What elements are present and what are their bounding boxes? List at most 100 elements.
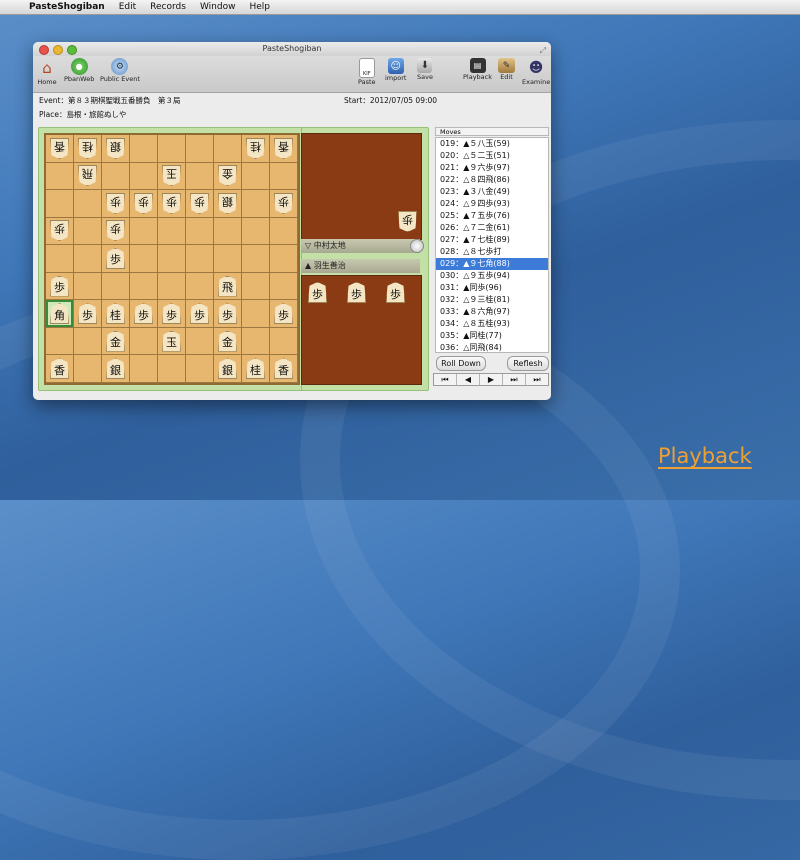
gote-piece[interactable]: 銀 xyxy=(218,193,237,214)
last-move-button[interactable]: ⏭ xyxy=(526,374,548,385)
move-item[interactable]: 020：△５二玉(51) xyxy=(436,150,548,162)
fast-forward-button[interactable]: ⏭ xyxy=(503,374,526,385)
sente-piece[interactable]: 歩 xyxy=(78,303,97,325)
board-square[interactable] xyxy=(46,245,74,273)
sente-piece[interactable]: 歩 xyxy=(218,303,237,325)
gote-piece[interactable]: 桂 xyxy=(246,138,265,159)
board-square[interactable] xyxy=(130,272,158,301)
board-square[interactable] xyxy=(270,162,298,191)
move-item[interactable]: 030：△９五歩(94) xyxy=(436,270,548,282)
move-item[interactable]: 034：△８五桂(93) xyxy=(436,318,548,330)
sente-piece[interactable]: 銀 xyxy=(218,358,237,380)
board-square[interactable]: 飛 xyxy=(74,162,102,191)
zoom-button[interactable] xyxy=(67,45,77,55)
sente-piece[interactable]: 角 xyxy=(50,303,69,325)
board-square[interactable] xyxy=(186,327,214,356)
board-square[interactable] xyxy=(242,245,270,273)
gote-piece[interactable]: 歩 xyxy=(50,220,69,241)
board-square[interactable] xyxy=(242,272,270,301)
board-square[interactable]: 香 xyxy=(270,355,298,383)
board-square[interactable] xyxy=(46,327,74,356)
sente-hand[interactable]: 歩歩歩 xyxy=(301,275,422,385)
board-square[interactable] xyxy=(130,135,158,163)
board-square[interactable] xyxy=(74,217,102,246)
board-square[interactable] xyxy=(102,272,130,301)
board-square[interactable] xyxy=(74,190,102,218)
paste-button[interactable]: KIF Paste xyxy=(358,58,376,86)
move-item[interactable]: 022：△８四飛(86) xyxy=(436,174,548,186)
move-item[interactable]: 024：△９四歩(93) xyxy=(436,198,548,210)
sente-piece[interactable]: 玉 xyxy=(162,330,181,352)
menu-edit[interactable]: Edit xyxy=(112,2,143,12)
gote-piece[interactable]: 歩 xyxy=(106,193,125,214)
gote-piece[interactable]: 金 xyxy=(218,165,237,186)
move-item[interactable]: 028：△８七歩打 xyxy=(436,246,548,258)
menu-records[interactable]: Records xyxy=(143,2,193,12)
board-square[interactable]: 歩 xyxy=(130,300,158,328)
gote-piece[interactable]: 香 xyxy=(274,138,293,159)
board-square[interactable]: 銀 xyxy=(102,355,130,383)
board-square[interactable]: 歩 xyxy=(186,300,214,328)
move-item[interactable]: 021：▲９六歩(97) xyxy=(436,162,548,174)
board-square[interactable]: 金 xyxy=(214,327,242,356)
board-square[interactable]: 銀 xyxy=(214,355,242,383)
sente-piece[interactable]: 金 xyxy=(218,330,237,352)
sente-piece[interactable]: 桂 xyxy=(246,358,265,380)
sente-piece[interactable]: 銀 xyxy=(106,358,125,380)
board-square[interactable]: 銀 xyxy=(102,135,130,163)
playback-button[interactable]: ▤ Playback xyxy=(463,58,492,81)
board-square[interactable] xyxy=(242,327,270,356)
home-button[interactable]: ⌂ Home xyxy=(37,58,57,86)
sente-piece[interactable]: 桂 xyxy=(106,303,125,325)
board-square[interactable] xyxy=(158,245,186,273)
board-square[interactable] xyxy=(158,135,186,163)
board-square[interactable] xyxy=(130,327,158,356)
board-square[interactable] xyxy=(186,245,214,273)
board-square[interactable] xyxy=(158,355,186,383)
move-item[interactable]: 029：▲９七角(88) xyxy=(436,258,548,270)
board-square[interactable]: 玉 xyxy=(158,327,186,356)
board-square[interactable] xyxy=(242,190,270,218)
board-square[interactable] xyxy=(186,135,214,163)
board-square[interactable]: 玉 xyxy=(158,162,186,191)
board-square[interactable] xyxy=(214,135,242,163)
board-square[interactable] xyxy=(74,272,102,301)
board-square[interactable] xyxy=(74,327,102,356)
move-item[interactable]: 019：▲５八玉(59) xyxy=(436,138,548,150)
gote-hand-piece[interactable]: 歩 xyxy=(398,211,417,232)
sente-hand-piece[interactable]: 歩 xyxy=(347,282,366,303)
board-square[interactable] xyxy=(270,245,298,273)
save-button[interactable]: ⬇ Save xyxy=(417,58,433,81)
sente-piece[interactable]: 歩 xyxy=(162,303,181,325)
move-item[interactable]: 035：▲同桂(77) xyxy=(436,330,548,342)
board-square[interactable] xyxy=(158,272,186,301)
board-square[interactable] xyxy=(130,355,158,383)
prev-move-button[interactable]: ◀ xyxy=(457,374,480,385)
board-square[interactable]: 歩 xyxy=(186,190,214,218)
move-item[interactable]: 033：▲８六角(97) xyxy=(436,306,548,318)
next-move-button[interactable]: ▶ xyxy=(480,374,503,385)
sente-piece[interactable]: 歩 xyxy=(134,303,153,325)
board-square[interactable] xyxy=(186,355,214,383)
board-square[interactable] xyxy=(130,217,158,246)
board-square[interactable] xyxy=(242,300,270,328)
board-square[interactable]: 歩 xyxy=(102,190,130,218)
gote-piece[interactable]: 香 xyxy=(50,138,69,159)
sente-hand-piece[interactable]: 歩 xyxy=(308,282,327,303)
board-square[interactable]: 歩 xyxy=(102,245,130,273)
board-square[interactable]: 角 xyxy=(46,300,74,328)
board-square[interactable]: 歩 xyxy=(270,190,298,218)
board-square[interactable] xyxy=(186,272,214,301)
shogi-board[interactable]: 香桂銀桂香飛玉金歩歩歩歩銀歩歩歩歩歩飛角歩桂歩歩歩歩歩金玉金香銀銀桂香 xyxy=(44,133,300,385)
gote-piece[interactable]: 歩 xyxy=(274,193,293,214)
board-square[interactable] xyxy=(242,217,270,246)
pbanweb-button[interactable]: ● PbanWeb xyxy=(64,58,94,83)
gote-piece[interactable]: 銀 xyxy=(106,138,125,159)
board-square[interactable]: 銀 xyxy=(214,190,242,218)
board-square[interactable] xyxy=(186,162,214,191)
edit-button[interactable]: ✎ Edit xyxy=(498,58,515,81)
import-button[interactable]: ☺ import xyxy=(385,58,406,82)
move-item[interactable]: 032：△９三桂(81) xyxy=(436,294,548,306)
gote-piece[interactable]: 歩 xyxy=(162,193,181,214)
board-square[interactable] xyxy=(46,162,74,191)
